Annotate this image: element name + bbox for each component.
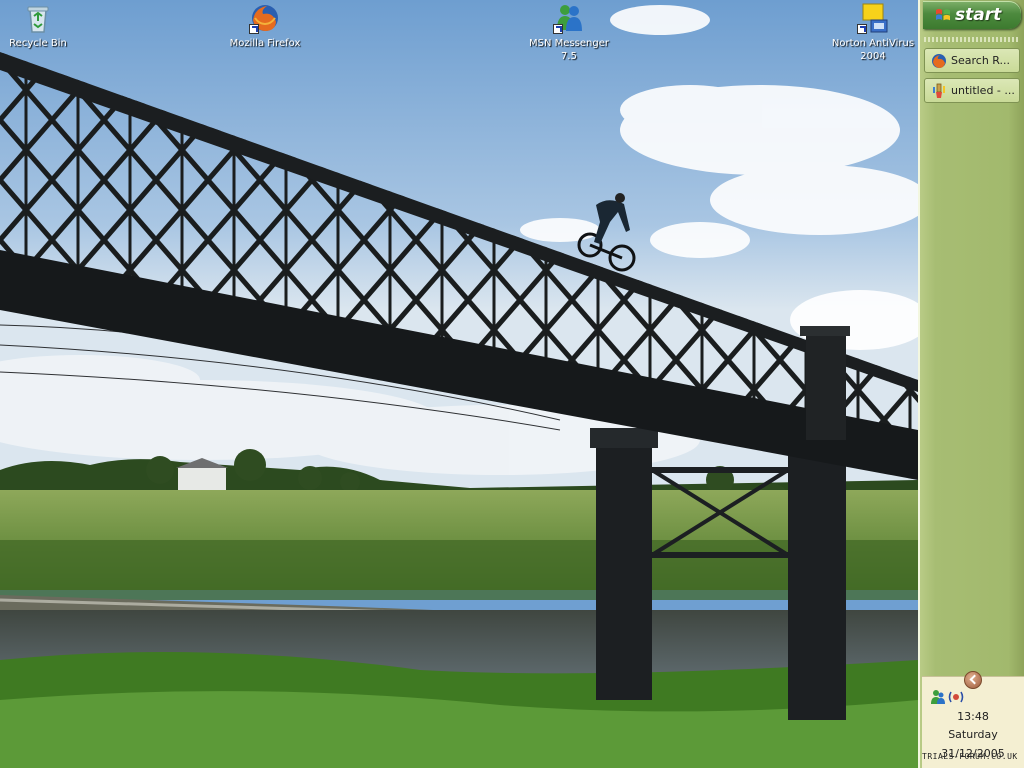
firefox-icon — [249, 2, 281, 34]
desktop-icon-mozilla-firefox[interactable]: Mozilla Firefox — [220, 2, 310, 50]
network-tray-icon[interactable] — [948, 689, 964, 705]
taskbar-button-search[interactable]: Search R... — [924, 48, 1020, 73]
windows-flag-icon — [936, 9, 950, 21]
desktop-wallpaper — [0, 0, 918, 768]
desktop-icon-recycle-bin[interactable]: Recycle Bin — [0, 2, 83, 50]
taskbar-grip[interactable] — [924, 37, 1020, 42]
messenger-tray-icon[interactable] — [930, 689, 946, 705]
clock-time[interactable]: 13:48 — [922, 710, 1024, 723]
start-label: start — [955, 5, 1002, 25]
taskbar-button-untitled[interactable]: untitled - ... — [924, 78, 1020, 103]
desktop-icon-norton-antivirus[interactable]: Norton AntiVirus 2004 — [828, 2, 918, 63]
shortcut-arrow-icon — [553, 24, 563, 34]
clock-day: Saturday — [948, 728, 998, 741]
shortcut-arrow-icon — [857, 24, 867, 34]
desktop-icon-label: Mozilla Firefox — [229, 38, 301, 49]
desktop-icon-label: MSN Messenger 7.5 — [529, 38, 609, 62]
desktop-icon-label: Recycle Bin — [9, 38, 67, 49]
norton-antivirus-icon — [857, 2, 889, 34]
taskbar-button-label: untitled - ... — [951, 84, 1015, 97]
taskbar-button-label: Search R... — [951, 54, 1011, 67]
taskbar: start Search R... untitled - ... 13:48 S… — [918, 0, 1024, 768]
desktop-icon-label: Norton AntiVirus 2004 — [831, 38, 915, 62]
shortcut-arrow-icon — [249, 24, 259, 34]
tray-expand-button[interactable] — [964, 671, 982, 689]
desktop-icon-msn-messenger[interactable]: MSN Messenger 7.5 — [524, 2, 614, 63]
msn-messenger-icon — [553, 2, 585, 34]
firefox-icon — [932, 53, 946, 68]
recycle-bin-icon — [22, 2, 54, 34]
paint-icon — [933, 83, 945, 98]
watermark-text: TRIALS-FORUM.CO.UK — [922, 752, 1018, 761]
tray-icons — [930, 689, 964, 705]
start-button[interactable]: start — [923, 1, 1021, 29]
